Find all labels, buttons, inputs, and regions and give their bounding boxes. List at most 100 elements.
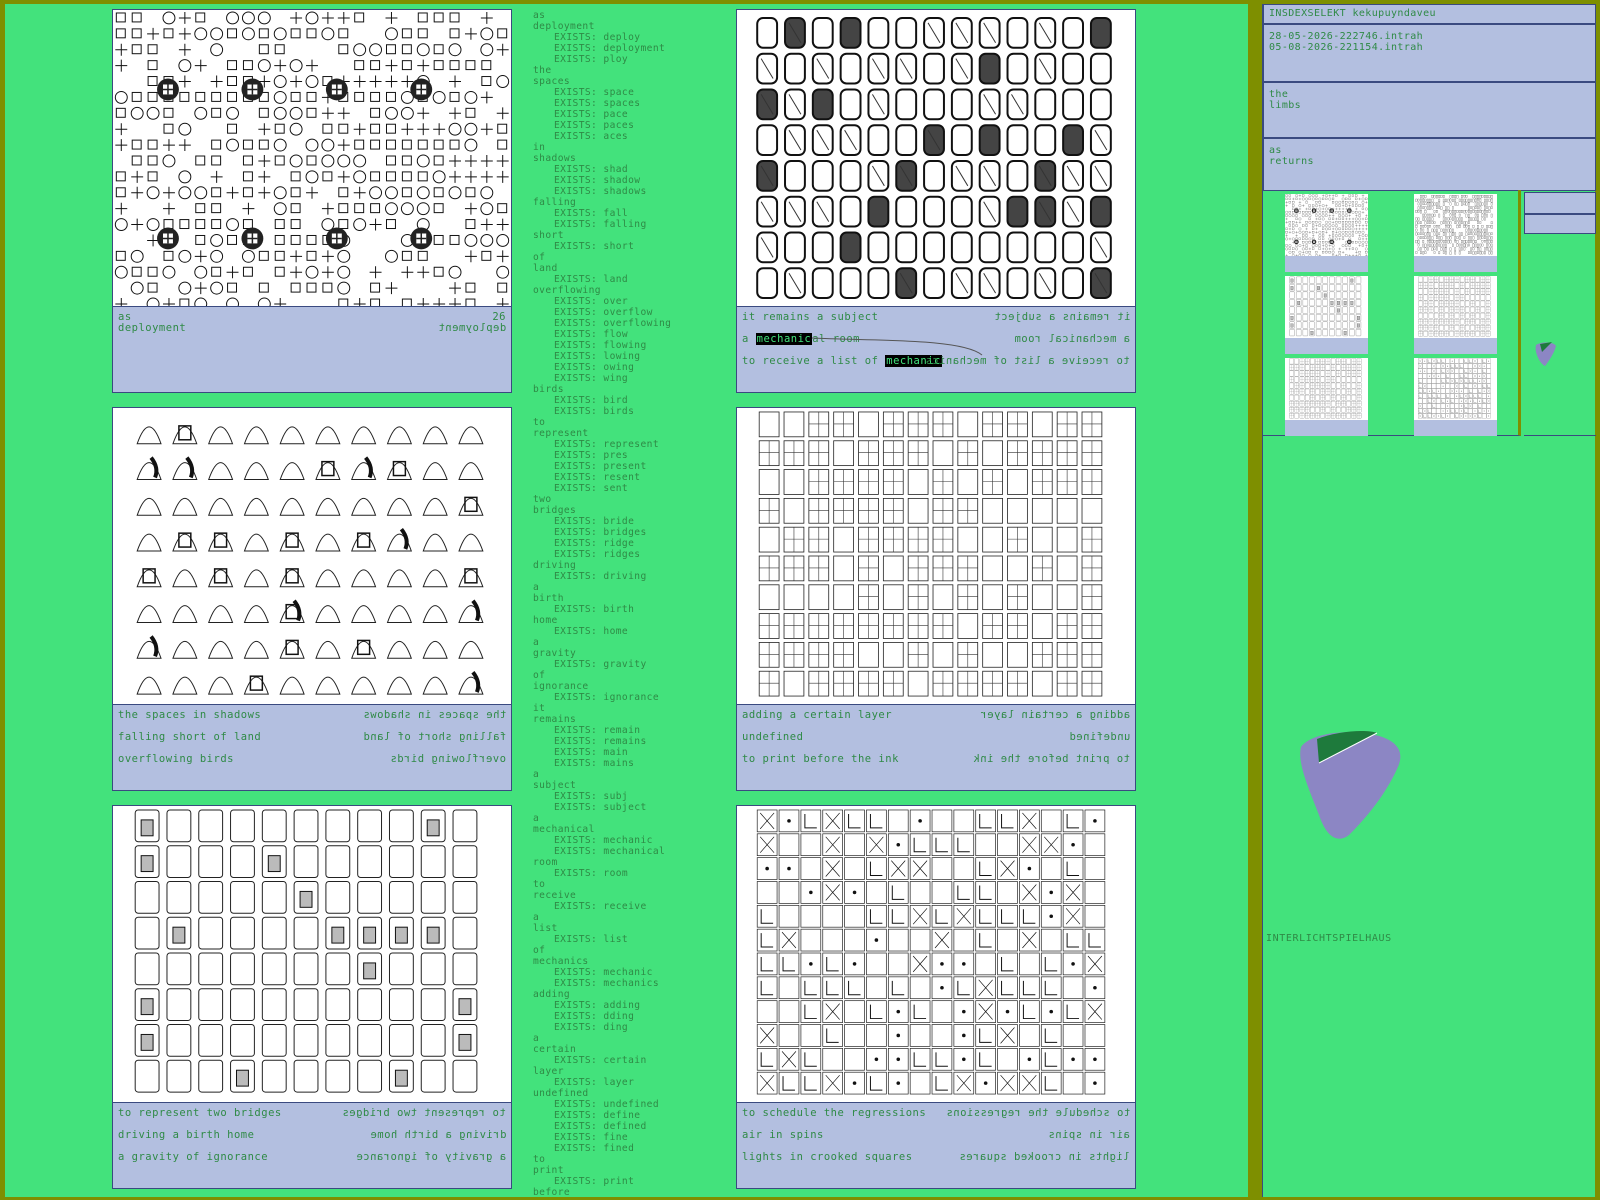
exists-entry: EXISTS: flowing [554, 340, 647, 351]
sidebar-text-box: as returns [1263, 138, 1596, 191]
word-analysis-list: as deployment EXISTS: deploy EXISTS: deploy… [533, 10, 733, 1197]
dense-script-pattern [1415, 195, 1493, 255]
word-entry: of [533, 252, 546, 263]
thumbnail[interactable] [1285, 276, 1368, 354]
caption-line: deployment deployment [118, 322, 506, 336]
caption-text: to schedule the regressions [742, 1107, 927, 1119]
exists-entry: EXISTS: fined [554, 1143, 635, 1154]
exists-entry: EXISTS: room [554, 868, 629, 879]
exists-entry: EXISTS: mechanic [554, 967, 653, 978]
exists-entry: EXISTS: paces [554, 120, 635, 131]
image-tile[interactable]: it remains a subject it remains a subjec… [736, 9, 1136, 393]
exists-entry: EXISTS: mechanical [554, 846, 666, 857]
sidebar: INSDEXSELEKT kekupuyndaveu 28-05-2026-22… [1262, 4, 1596, 1197]
word-entry: land [533, 263, 558, 274]
exists-entry: EXISTS: subj [554, 791, 629, 802]
caption-mirror-text: to represent two bridges [342, 1107, 506, 1119]
exists-entry: EXISTS: shad [554, 164, 629, 175]
exists-entry: EXISTS: aces [554, 131, 629, 142]
caption-mirror-text: adding a certain layer [979, 709, 1130, 721]
word-entry: gravity [533, 648, 577, 659]
exists-entry: EXISTS: wing [554, 373, 629, 384]
word-entry: receive [533, 890, 577, 901]
exists-entry: EXISTS: defined [554, 1121, 647, 1132]
exists-entry: EXISTS: ridge [554, 538, 635, 549]
exists-entry: EXISTS: resent [554, 472, 641, 483]
exists-entry: EXISTS: overflow [554, 307, 653, 318]
thumbnail-side-panel [1524, 190, 1596, 436]
image-tile[interactable]: the spaces in shadows the spaces in shado… [112, 407, 512, 791]
pattern-image [112, 805, 512, 1103]
image-tile[interactable]: to represent two bridges to represent two… [112, 805, 512, 1189]
caption-text: deployment [118, 322, 187, 334]
caption-line: it remains a subject it remains a subjec… [742, 311, 1130, 325]
exists-entry: EXISTS: falling [554, 219, 647, 230]
thumbnail-image [1285, 358, 1368, 420]
thumbnail[interactable] [1414, 194, 1497, 272]
word-entry: to [533, 1154, 546, 1165]
exists-entry: EXISTS: shadow [554, 175, 641, 186]
image-tile[interactable]: adding a certain layer adding a certain l… [736, 407, 1136, 791]
exists-entry: EXISTS: mains [554, 758, 635, 769]
exists-entry: EXISTS: dding [554, 1011, 635, 1022]
word-entry: certain [533, 1044, 577, 1055]
word-entry: list [533, 923, 558, 934]
caption-text: adding a certain layer [742, 709, 893, 721]
word-entry: overflowing [533, 285, 601, 296]
word-entry: birth [533, 593, 564, 604]
word-entry: represent [533, 428, 589, 439]
small-blob-icon [1535, 342, 1556, 366]
exists-entry: EXISTS: gravity [554, 659, 647, 670]
exists-entry: EXISTS: bridges [554, 527, 647, 538]
exists-entry: EXISTS: land [554, 274, 629, 285]
app-title: INSDEXSELEKT kekupuyndaveu [1269, 8, 1436, 19]
image-tile[interactable]: to schedule the regressions to schedule t… [736, 805, 1136, 1189]
connector-curve [811, 337, 983, 356]
sidebar-text-box: the limbs [1263, 82, 1596, 138]
highlighted-word[interactable]: mechanic [755, 333, 813, 345]
pattern-image [736, 805, 1136, 1103]
caption-mirror-text: driving a birth home [369, 1129, 506, 1141]
exists-entry: EXISTS: ignorance [554, 692, 659, 703]
word-entry: adding [533, 989, 571, 1000]
word-entry: a [533, 637, 540, 648]
exists-entry: EXISTS: bride [554, 516, 635, 527]
exists-entry: EXISTS: define [554, 1110, 641, 1121]
exists-entry: EXISTS: main [554, 747, 629, 758]
maze-grid-pattern [1418, 358, 1491, 419]
word-entry: two [533, 494, 552, 505]
side-slot[interactable] [1524, 214, 1596, 234]
caption-text: lights in crooked squares [742, 1151, 913, 1163]
thumbnail-caption [1414, 420, 1497, 436]
caption-line: lights in crooked squares lights in crook… [742, 1151, 1130, 1165]
word-entry: before [533, 1187, 571, 1197]
pattern-image [112, 9, 512, 307]
tile-caption: as 26 deployment deployment [112, 307, 512, 393]
file-entry[interactable]: 28-05-2026-222746.intrah [1269, 31, 1590, 42]
word-entry: home [533, 615, 558, 626]
exists-entry: EXISTS: pace [554, 109, 629, 120]
lamp-shapes-pattern [136, 425, 484, 695]
caption-text: a gravity of ignorance [118, 1151, 269, 1163]
exists-entry: EXISTS: mechanic [554, 835, 653, 846]
exists-entry: EXISTS: flow [554, 329, 629, 340]
thumbnail-image [1414, 276, 1497, 338]
image-tile[interactable]: as 26 deployment deployment [112, 9, 512, 393]
exists-entry: EXISTS: sent [554, 483, 629, 494]
file-entry[interactable]: 05-08-2026-221154.intrah [1269, 42, 1590, 53]
exists-entry: EXISTS: subject [554, 802, 647, 813]
exists-entry: EXISTS: overflowing [554, 318, 672, 329]
desktop: as 26 deployment deployment it remains a… [0, 0, 1600, 1200]
door-shapes-pattern [134, 809, 478, 1093]
exists-entry: EXISTS: bird [554, 395, 629, 406]
thumbnail[interactable] [1285, 358, 1368, 436]
tile-caption: to schedule the regressions to schedule t… [736, 1103, 1136, 1189]
exists-entry: EXISTS: ridges [554, 549, 641, 560]
tile-caption: the spaces in shadows the spaces in shado… [112, 705, 512, 791]
side-slot[interactable] [1524, 192, 1596, 214]
thumbnail-caption [1285, 338, 1368, 354]
thumbnail[interactable] [1414, 358, 1497, 436]
thumbnail[interactable] [1285, 194, 1368, 272]
exists-entry: EXISTS: mechanics [554, 978, 659, 989]
thumbnail[interactable] [1414, 276, 1497, 354]
